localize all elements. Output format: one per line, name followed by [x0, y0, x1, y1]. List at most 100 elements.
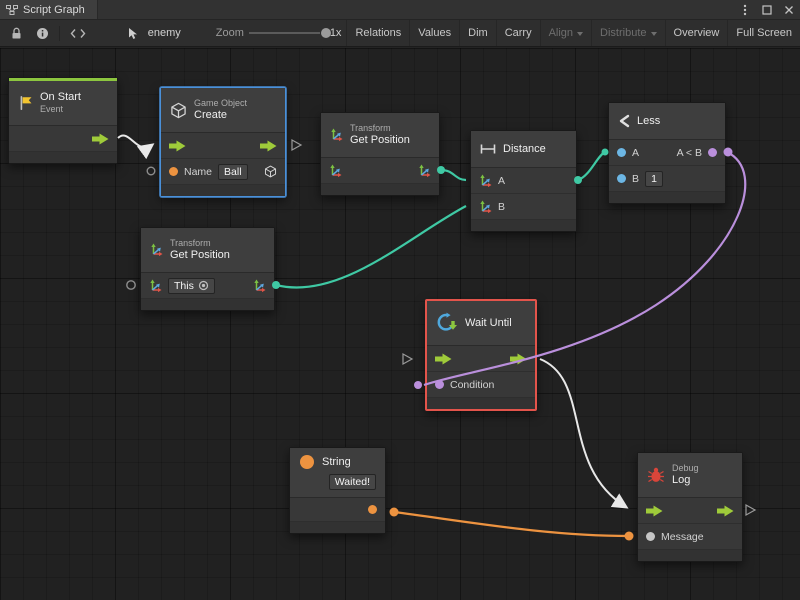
unconnected-port[interactable] [127, 281, 135, 289]
node-on-start[interactable]: On Start Event [8, 77, 118, 164]
flow-output-port[interactable] [510, 353, 527, 365]
graph-name: enemy [148, 27, 181, 39]
wire-waituntil-to-debuglog [540, 359, 626, 507]
flow-output-port[interactable] [260, 140, 277, 152]
string-value-field[interactable]: Waited! [329, 474, 376, 490]
less-icon [618, 114, 630, 128]
transform-input-port[interactable] [149, 279, 162, 293]
node-debug-log[interactable]: Debug Log Message [637, 452, 743, 562]
zoom-slider-handle[interactable] [321, 28, 331, 38]
b-input-port[interactable] [479, 200, 492, 214]
node-wait-until-header: Wait Until [427, 301, 535, 345]
result-output-port[interactable] [708, 148, 717, 157]
port-cap [390, 508, 399, 517]
info-button[interactable] [29, 20, 56, 46]
position-output-port[interactable] [418, 164, 431, 178]
dim-button[interactable]: Dim [459, 20, 496, 46]
node-create-header: Game Object Create [161, 88, 285, 132]
name-port-label: Name [184, 166, 212, 178]
position-output-port[interactable] [253, 279, 266, 293]
string-output-port[interactable] [368, 505, 377, 514]
target-value: This [174, 280, 194, 292]
flow-input-port[interactable] [169, 140, 186, 152]
node-title: Create [194, 109, 247, 123]
node-get-position-bottom-header: Transform Get Position [141, 228, 274, 272]
flow-stub [292, 140, 301, 150]
node-subtitle: Event [40, 104, 81, 115]
wait-clock-icon [436, 312, 458, 334]
port-cap [625, 532, 634, 541]
node-distance[interactable]: Distance A B [470, 130, 577, 232]
b-input-port[interactable] [617, 174, 626, 183]
node-footer [427, 398, 535, 409]
node-get-position-top-header: Transform Get Position [321, 113, 439, 157]
unconnected-port[interactable] [147, 167, 155, 175]
zoom-value: 1x [330, 27, 342, 39]
wire-onstart-to-create [118, 135, 152, 147]
node-footer [141, 299, 274, 310]
a-port-label: A [632, 147, 639, 159]
transform-input-port[interactable] [329, 164, 342, 178]
node-less[interactable]: Less A A < B B 1 [608, 102, 726, 204]
window-menu-button[interactable] [734, 0, 756, 19]
graph-breadcrumb[interactable]: enemy [127, 27, 186, 40]
code-preview-button[interactable] [63, 20, 93, 46]
flow-output-port[interactable] [92, 133, 109, 145]
object-picker-icon[interactable] [198, 280, 209, 291]
node-get-position-top[interactable]: Transform Get Position [320, 112, 440, 196]
node-footer [638, 550, 742, 561]
align-button[interactable]: Align [540, 20, 591, 46]
node-string[interactable]: String Waited! [289, 447, 386, 534]
tab-script-graph[interactable]: Script Graph [0, 0, 98, 19]
flow-input-port[interactable] [646, 505, 663, 517]
chevron-down-icon [577, 32, 583, 36]
target-value-field[interactable]: This [168, 278, 215, 294]
flow-stub [403, 354, 412, 364]
node-title: Log [672, 474, 699, 488]
node-title: Wait Until [465, 317, 512, 329]
lock-button[interactable] [4, 20, 29, 46]
node-wait-until[interactable]: Wait Until Condition [425, 299, 537, 411]
node-footer [321, 184, 439, 195]
node-get-position-bottom[interactable]: Transform Get Position This [140, 227, 275, 311]
a-input-port[interactable] [617, 148, 626, 157]
string-value: Waited! [335, 476, 370, 488]
flow-output-port[interactable] [717, 505, 734, 517]
game-object-output-port[interactable] [264, 165, 277, 178]
close-icon [784, 5, 794, 15]
maximize-button[interactable] [756, 0, 778, 19]
a-input-port[interactable] [479, 174, 492, 188]
game-object-icon [170, 102, 187, 119]
script-graph-icon [6, 4, 18, 16]
flag-icon [18, 95, 33, 111]
zoom-label: Zoom [216, 27, 244, 39]
close-button[interactable] [778, 0, 800, 19]
bug-icon [647, 467, 665, 483]
node-footer [471, 220, 576, 231]
values-label: Values [418, 27, 451, 39]
full-screen-button[interactable]: Full Screen [727, 20, 800, 46]
distribute-button[interactable]: Distribute [591, 20, 664, 46]
b-value-field[interactable]: 1 [645, 171, 663, 187]
values-button[interactable]: Values [409, 20, 459, 46]
name-value-field[interactable]: Ball [218, 164, 248, 180]
message-input-port[interactable] [646, 532, 655, 541]
name-input-port[interactable] [169, 167, 178, 176]
condition-input-port[interactable] [435, 380, 444, 389]
b-port-label: B [632, 173, 639, 185]
node-category: Debug [672, 463, 699, 474]
carry-label: Carry [505, 27, 532, 39]
flow-input-port[interactable] [435, 353, 452, 365]
overview-button[interactable]: Overview [665, 20, 728, 46]
zoom-slider[interactable] [249, 26, 320, 40]
kebab-icon [743, 4, 747, 16]
relations-button[interactable]: Relations [346, 20, 409, 46]
node-create[interactable]: Game Object Create Name Ball [160, 87, 286, 197]
chevron-down-icon [651, 32, 657, 36]
align-label: Align [549, 27, 573, 39]
toolbar-separator [59, 26, 60, 41]
node-title: Less [637, 115, 660, 127]
carry-button[interactable]: Carry [496, 20, 540, 46]
titlebar-spacer [98, 0, 734, 19]
graph-canvas[interactable]: On Start Event Game Object Create [0, 48, 800, 600]
